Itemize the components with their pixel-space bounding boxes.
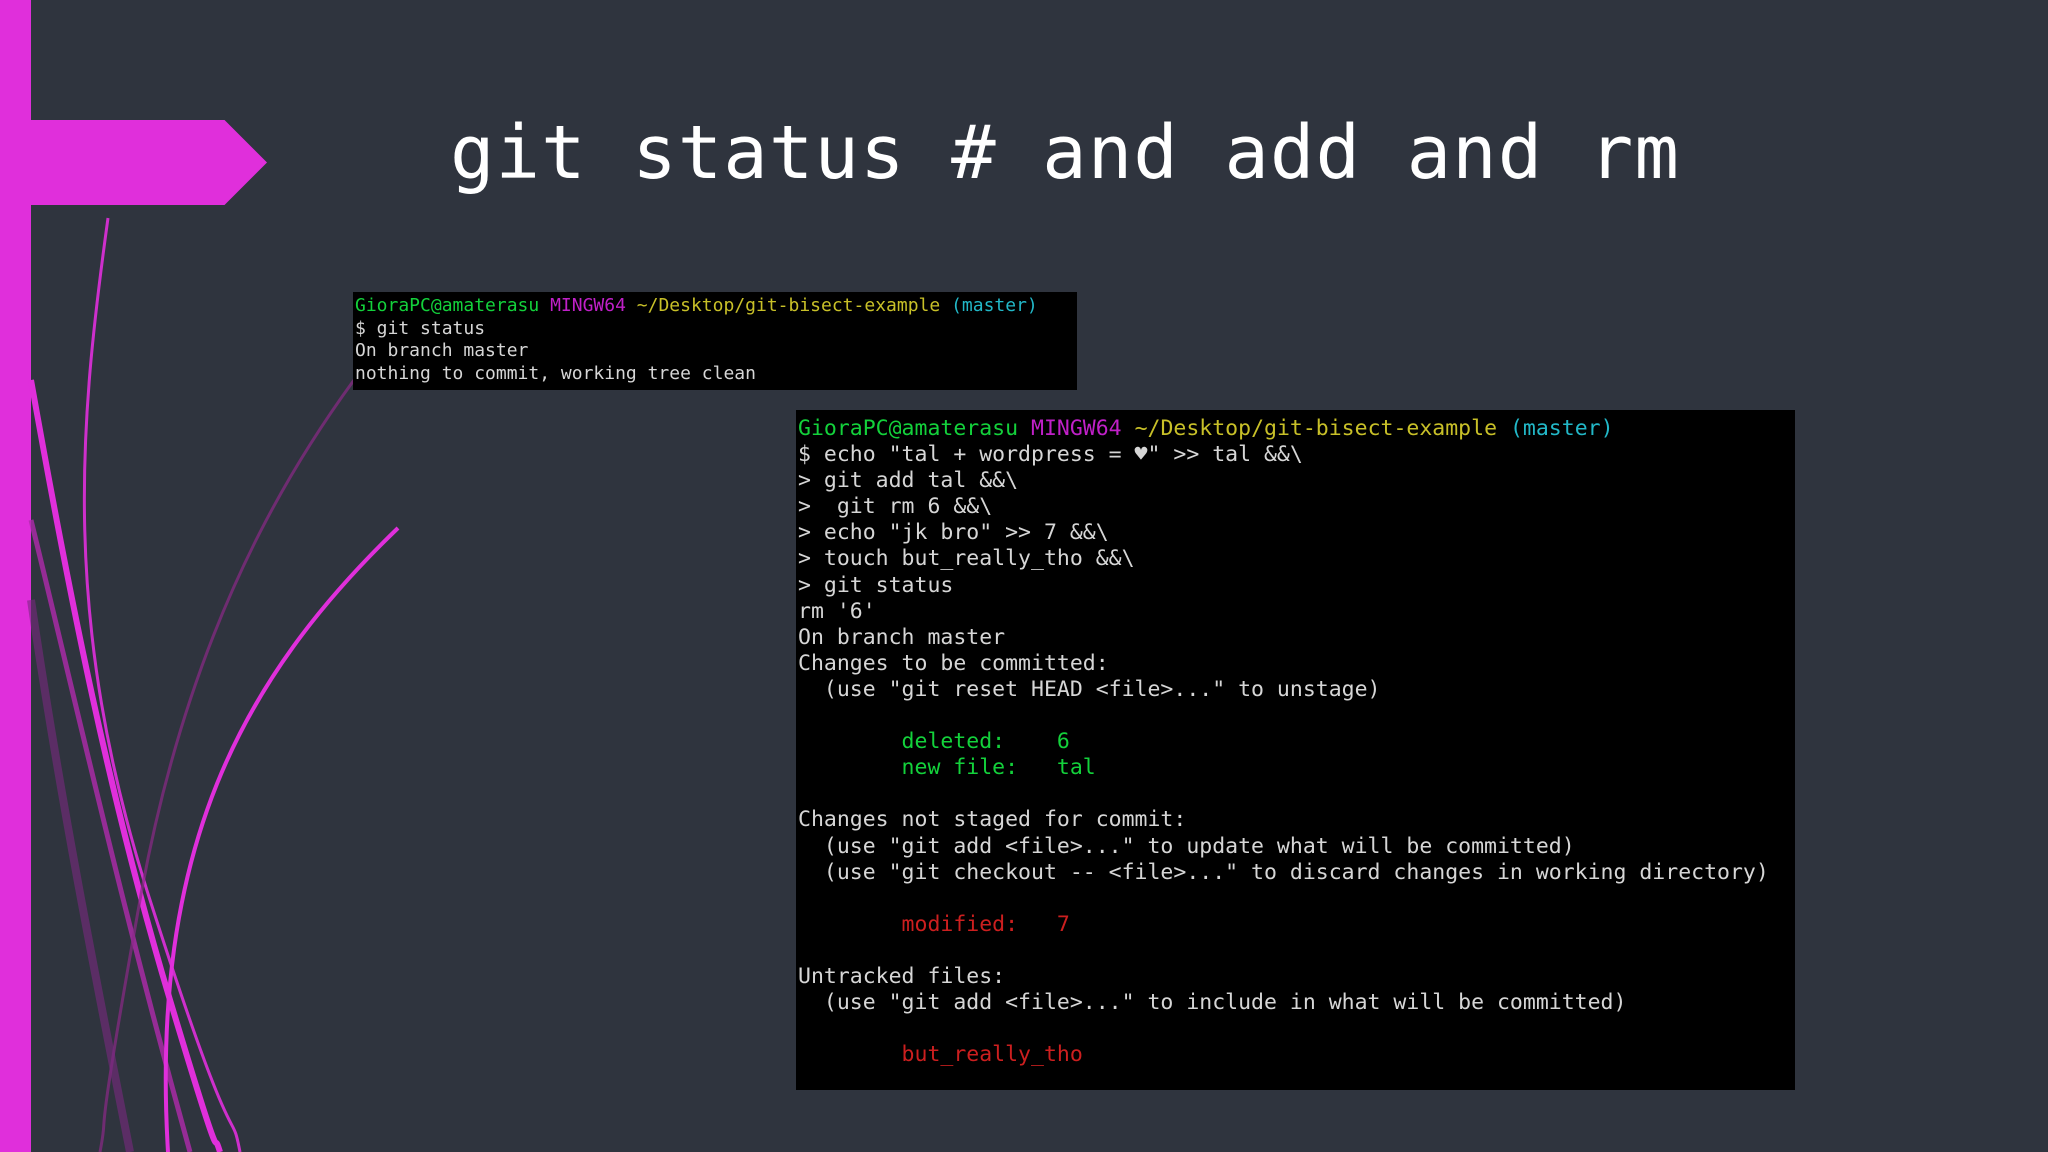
terminal-blank [798,886,1795,912]
modified-file: modified: 7 [798,911,1070,937]
prompt-shell: MINGW64 [550,295,626,316]
terminal-command: > git add tal &&\ [798,468,1019,494]
terminal-command: > git status [798,572,954,598]
terminal-output: Changes to be committed: [798,650,1109,676]
terminal-line: nothing to commit, working tree clean [355,362,756,384]
prompt-branch: (master) [1509,416,1614,441]
terminal-output: rm '6' [798,598,876,624]
terminal-window-large: GioraPC@amaterasu MINGW64 ~/Desktop/git-… [796,410,1795,1090]
prompt-path: ~/Desktop/git-bisect-example [1134,416,1498,441]
prompt-shell: MINGW64 [1031,416,1122,441]
terminal-command: $ echo "tal + wordpress = ♥" >> tal &&\ [798,442,1303,468]
terminal-output: (use "git checkout -- <file>..." to disc… [798,859,1769,885]
prompt-user-host: GioraPC@amaterasu [355,295,540,316]
terminal-prompt: GioraPC@amaterasu MINGW64 ~/Desktop/git-… [355,295,1077,318]
prompt-user-host: GioraPC@amaterasu [798,416,1019,441]
prompt-branch: (master) [951,295,1038,316]
terminal-line: $ git status [355,317,486,339]
terminal-blank [798,938,1795,964]
terminal-output: On branch master [798,624,1006,650]
terminal-output: Untracked files: [798,963,1006,989]
terminal-command: > touch but_really_tho &&\ [798,546,1135,572]
slide-title: git status # and add and rm [450,110,1680,196]
terminal-prompt: GioraPC@amaterasu MINGW64 ~/Desktop/git-… [798,416,1795,442]
staged-file: new file: tal [798,755,1096,781]
terminal-line: On branch master [355,340,529,362]
terminal-blank [798,1016,1795,1042]
terminal-window-small: GioraPC@amaterasu MINGW64 ~/Desktop/git-… [353,292,1077,390]
title-arrow-shape [31,120,267,205]
terminal-blank [798,703,1795,729]
untracked-file: but_really_tho [798,1042,1083,1068]
terminal-command: > git rm 6 &&\ [798,494,993,520]
prompt-path: ~/Desktop/git-bisect-example [636,295,941,316]
terminal-command: > echo "jk bro" >> 7 &&\ [798,520,1109,546]
terminal-output: Changes not staged for commit: [798,807,1187,833]
terminal-blank [798,781,1795,807]
staged-file: deleted: 6 [798,729,1070,755]
terminal-output: (use "git add <file>..." to include in w… [798,990,1627,1016]
terminal-output: (use "git reset HEAD <file>..." to unsta… [798,676,1381,702]
terminal-output: (use "git add <file>..." to update what … [798,833,1575,859]
